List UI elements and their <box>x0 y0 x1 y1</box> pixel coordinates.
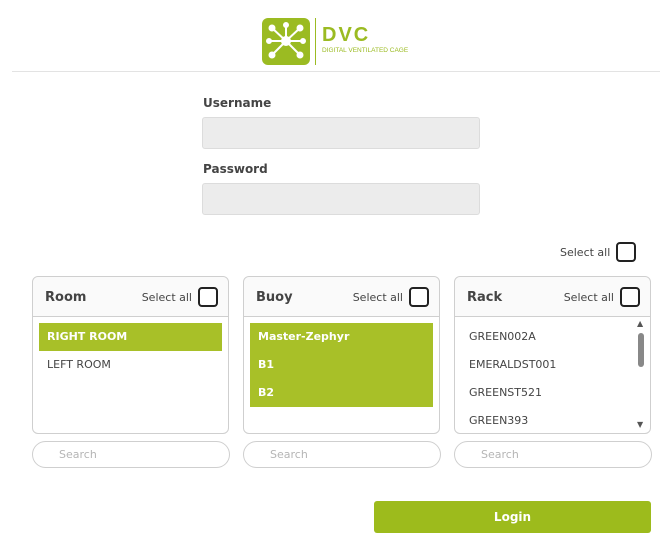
room-item[interactable]: RIGHT ROOM <box>39 323 222 351</box>
rack-panel: Rack Select all GREEN002A EMERALDST001 G… <box>454 276 651 434</box>
room-item[interactable]: LEFT ROOM <box>39 351 222 379</box>
rack-item[interactable]: GREEN002A <box>461 323 632 351</box>
logo-subtitle: DIGITAL VENTILATED CAGE <box>322 47 409 54</box>
login-button[interactable]: Login <box>374 501 651 533</box>
rack-panel-header: Rack Select all <box>455 277 650 317</box>
buoy-select-all[interactable]: Select all <box>353 287 429 307</box>
username-input[interactable] <box>202 117 480 149</box>
select-all-global[interactable]: Select all <box>560 242 637 262</box>
buoy-list: Master-Zephyr B1 B2 <box>250 323 433 427</box>
network-icon <box>262 18 310 65</box>
logo-divider <box>315 18 316 65</box>
rack-list: GREEN002A EMERALDST001 GREENST521 GREEN3… <box>461 323 632 427</box>
room-list: RIGHT ROOM LEFT ROOM <box>39 323 222 427</box>
rack-select-all[interactable]: Select all <box>564 287 640 307</box>
rack-select-all-label: Select all <box>563 290 614 304</box>
buoy-panel: Buoy Select all Master-Zephyr B1 B2 <box>243 276 440 434</box>
buoy-panel-title: Buoy <box>256 290 293 305</box>
scroll-up-arrow-icon[interactable]: ▲ <box>637 319 643 328</box>
rack-item[interactable]: GREENST521 <box>461 379 632 407</box>
password-input[interactable] <box>202 183 480 215</box>
scroll-down-arrow-icon[interactable]: ▼ <box>637 420 643 429</box>
room-panel-header: Room Select all <box>33 277 228 317</box>
scrollbar-thumb[interactable] <box>638 333 644 367</box>
buoy-search-input[interactable] <box>243 441 441 468</box>
dvc-logo: DVC DIGITAL VENTILATED CAGE <box>262 18 452 65</box>
buoy-item[interactable]: B2 <box>250 379 433 407</box>
rack-search-input[interactable] <box>454 441 652 468</box>
buoy-item[interactable]: Master-Zephyr <box>250 323 433 351</box>
select-all-global-label: Select all <box>560 245 611 259</box>
rack-item[interactable]: EMERALDST001 <box>461 351 632 379</box>
password-label: Password <box>203 162 268 176</box>
rack-item[interactable]: GREEN393 <box>461 407 632 427</box>
username-label: Username <box>203 96 272 110</box>
buoy-item[interactable]: B1 <box>250 351 433 379</box>
room-search-input[interactable] <box>32 441 230 468</box>
room-select-all[interactable]: Select all <box>142 287 218 307</box>
room-select-all-label: Select all <box>141 290 192 304</box>
buoy-select-all-checkbox[interactable] <box>409 287 429 307</box>
room-select-all-checkbox[interactable] <box>198 287 218 307</box>
logo-title: DVC <box>322 24 371 46</box>
select-all-global-checkbox[interactable] <box>616 242 637 262</box>
room-panel-title: Room <box>45 290 87 305</box>
room-panel: Room Select all RIGHT ROOM LEFT ROOM <box>32 276 229 434</box>
rack-select-all-checkbox[interactable] <box>620 287 640 307</box>
buoy-select-all-label: Select all <box>352 290 403 304</box>
buoy-panel-header: Buoy Select all <box>244 277 439 317</box>
rack-scrollbar[interactable]: ▲ ▼ <box>636 319 646 429</box>
rack-panel-title: Rack <box>467 290 503 305</box>
